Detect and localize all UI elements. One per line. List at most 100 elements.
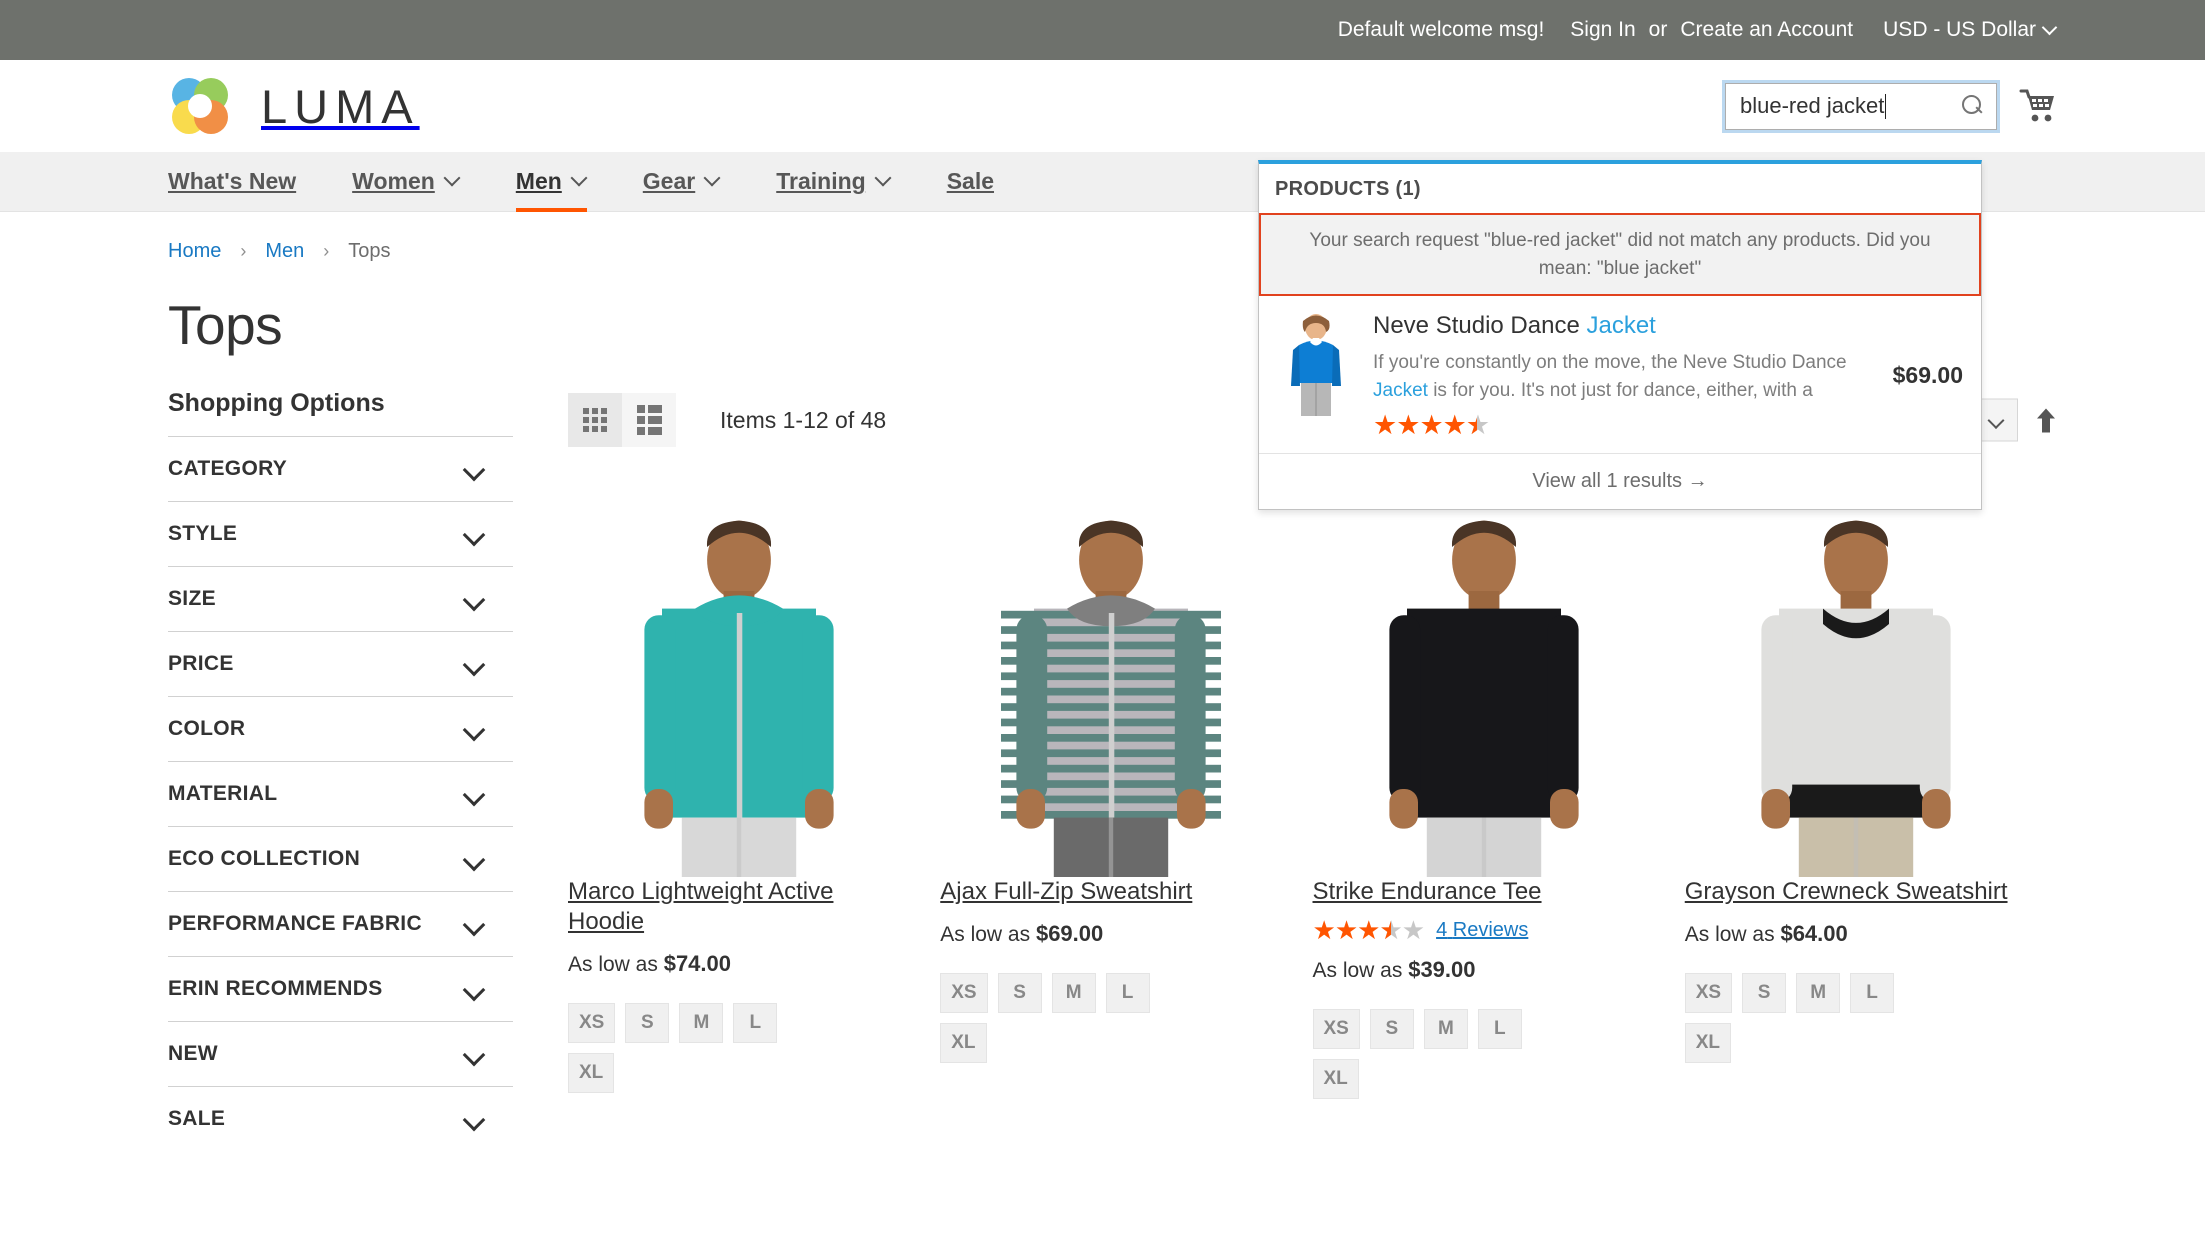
star-filled: ★ — [1313, 917, 1335, 943]
grid-glyph — [583, 408, 607, 432]
product-card[interactable]: Grayson Crewneck Sweatshirt As low as $6… — [1685, 467, 2057, 1099]
search-input[interactable]: blue-red jacket — [1725, 83, 1997, 130]
currency-switcher[interactable]: USD - US Dollar — [1883, 18, 2057, 42]
size-swatch-xl[interactable]: XL — [1685, 1023, 1731, 1063]
nav-item-label: Training — [776, 168, 865, 195]
size-swatch-l[interactable]: L — [1106, 973, 1150, 1013]
top-utility-bar: Default welcome msg! Sign In or Create a… — [0, 0, 2205, 60]
breadcrumb-link-home[interactable]: Home — [168, 240, 221, 263]
nav-item-women[interactable]: Women — [324, 152, 488, 212]
sidebar-title: Shopping Options — [168, 389, 513, 436]
size-swatch-m[interactable]: M — [679, 1003, 723, 1043]
filter-style[interactable]: STYLE — [168, 501, 513, 566]
product-name[interactable]: Strike Endurance Tee — [1313, 878, 1542, 905]
star-half: ★ — [1466, 412, 1489, 439]
nav-item-sale[interactable]: Sale — [919, 152, 1022, 212]
size-swatch-xl[interactable]: XL — [940, 1023, 986, 1063]
result-title: Neve Studio Dance Jacket — [1373, 312, 1865, 340]
size-swatch-m[interactable]: M — [1052, 973, 1096, 1013]
product-name[interactable]: Grayson Crewneck Sweatshirt — [1685, 878, 2008, 905]
autocomplete-section-label: PRODUCTS (1) — [1259, 164, 1981, 213]
search-icon[interactable] — [1962, 95, 1984, 117]
size-swatch-m[interactable]: M — [1424, 1009, 1468, 1049]
filter-label: PERFORMANCE FABRIC — [168, 912, 422, 936]
product-grid: Marco Lightweight Active Hoodie As low a… — [568, 467, 2057, 1099]
price-prefix: As low as — [1685, 923, 1781, 946]
nav-item-men[interactable]: Men — [488, 152, 615, 212]
chevron-down-icon — [463, 787, 485, 801]
chevron-down-icon — [463, 527, 485, 541]
search-autocomplete-dropdown[interactable]: PRODUCTS (1) Your search request "blue-r… — [1258, 160, 1982, 510]
welcome-message: Default welcome msg! — [1338, 18, 1545, 42]
product-card[interactable]: Strike Endurance Tee ★★★★★ 4 Reviews As … — [1313, 467, 1685, 1099]
chevron-down-icon — [463, 917, 485, 931]
list-glyph — [637, 405, 662, 435]
product-card[interactable]: Ajax Full-Zip Sweatshirt As low as $69.0… — [940, 467, 1312, 1099]
breadcrumb-separator: › — [323, 241, 329, 262]
search-input-value: blue-red jacket — [1740, 93, 1884, 119]
filter-material[interactable]: MATERIAL — [168, 761, 513, 826]
product-name[interactable]: Marco Lightweight Active Hoodie — [568, 878, 833, 935]
shopping-options-sidebar: Shopping Options CATEGORY STYLE SIZE PRI… — [168, 389, 513, 1151]
size-swatch-s[interactable]: S — [625, 1003, 669, 1043]
star-filled: ★ — [1357, 917, 1379, 943]
list-view-icon[interactable] — [622, 393, 676, 447]
size-swatch-xs[interactable]: XS — [1313, 1009, 1360, 1049]
view-all-results-link[interactable]: View all 1 results → — [1259, 453, 1981, 509]
product-image-gray-crewneck[interactable] — [1685, 467, 2027, 877]
product-thumbnail-blue-jacket — [1277, 312, 1355, 416]
chevron-down-icon — [877, 172, 891, 186]
size-swatch-l[interactable]: L — [1850, 973, 1894, 1013]
filter-price[interactable]: PRICE — [168, 631, 513, 696]
product-image-striped-sweatshirt[interactable] — [940, 467, 1282, 877]
grid-view-icon[interactable] — [568, 393, 622, 447]
filter-erin-recommends[interactable]: ERIN RECOMMENDS — [168, 956, 513, 1021]
product-card[interactable]: Marco Lightweight Active Hoodie As low a… — [568, 467, 940, 1099]
result-desc-part1: If you're constantly on the move, the Ne… — [1373, 352, 1847, 373]
size-swatch-xs[interactable]: XS — [940, 973, 987, 1013]
filter-new[interactable]: NEW — [168, 1021, 513, 1086]
size-swatch-l[interactable]: L — [733, 1003, 777, 1043]
shopping-cart-icon[interactable] — [2019, 88, 2057, 124]
product-name[interactable]: Ajax Full-Zip Sweatshirt — [940, 878, 1192, 905]
size-swatch-m[interactable]: M — [1796, 973, 1840, 1013]
filter-label: NEW — [168, 1042, 218, 1066]
size-swatch-s[interactable]: S — [1370, 1009, 1414, 1049]
filter-sale[interactable]: SALE — [168, 1086, 513, 1151]
logo-link[interactable]: LUMA — [165, 71, 420, 141]
size-swatch-s[interactable]: S — [998, 973, 1042, 1013]
product-price: As low as $39.00 — [1313, 957, 1655, 983]
filter-performance-fabric[interactable]: PERFORMANCE FABRIC — [168, 891, 513, 956]
price-prefix: As low as — [568, 953, 664, 976]
price-value: $69.00 — [1036, 921, 1103, 946]
nav-item-what-s-new[interactable]: What's New — [168, 152, 324, 212]
size-swatch-s[interactable]: S — [1742, 973, 1786, 1013]
product-image-black-tee[interactable] — [1313, 467, 1655, 877]
nav-item-training[interactable]: Training — [748, 152, 918, 212]
sign-in-link[interactable]: Sign In — [1570, 18, 1635, 42]
autocomplete-result-item[interactable]: Neve Studio Dance Jacket If you're const… — [1259, 296, 1981, 453]
sort-ascending-arrow-icon[interactable] — [2035, 407, 2057, 433]
size-swatch-xl[interactable]: XL — [1313, 1059, 1359, 1099]
size-swatches: XS SML XL — [940, 973, 1190, 1063]
nav-item-gear[interactable]: Gear — [615, 152, 748, 212]
product-price: As low as $69.00 — [940, 921, 1282, 947]
size-swatch-xs[interactable]: XS — [1685, 973, 1732, 1013]
size-swatch-l[interactable]: L — [1478, 1009, 1522, 1049]
filter-color[interactable]: COLOR — [168, 696, 513, 761]
size-swatch-xs[interactable]: XS — [568, 1003, 615, 1043]
chevron-down-icon — [2044, 22, 2057, 35]
result-desc-part2: is for you. It's not just for dance, eit… — [1428, 380, 1813, 401]
filter-label: STYLE — [168, 522, 237, 546]
breadcrumb-link-men[interactable]: Men — [265, 240, 304, 263]
product-image-teal-hoodie[interactable] — [568, 467, 910, 877]
create-account-link[interactable]: Create an Account — [1680, 18, 1853, 42]
filter-label: PRICE — [168, 652, 234, 676]
result-rating-stars: ★★★★★ — [1373, 412, 1489, 439]
size-swatch-xl[interactable]: XL — [568, 1053, 614, 1093]
filter-category[interactable]: CATEGORY — [168, 436, 513, 501]
filter-size[interactable]: SIZE — [168, 566, 513, 631]
chevron-down-icon — [463, 852, 485, 866]
filter-eco-collection[interactable]: ECO COLLECTION — [168, 826, 513, 891]
reviews-link[interactable]: 4 Reviews — [1436, 919, 1528, 942]
